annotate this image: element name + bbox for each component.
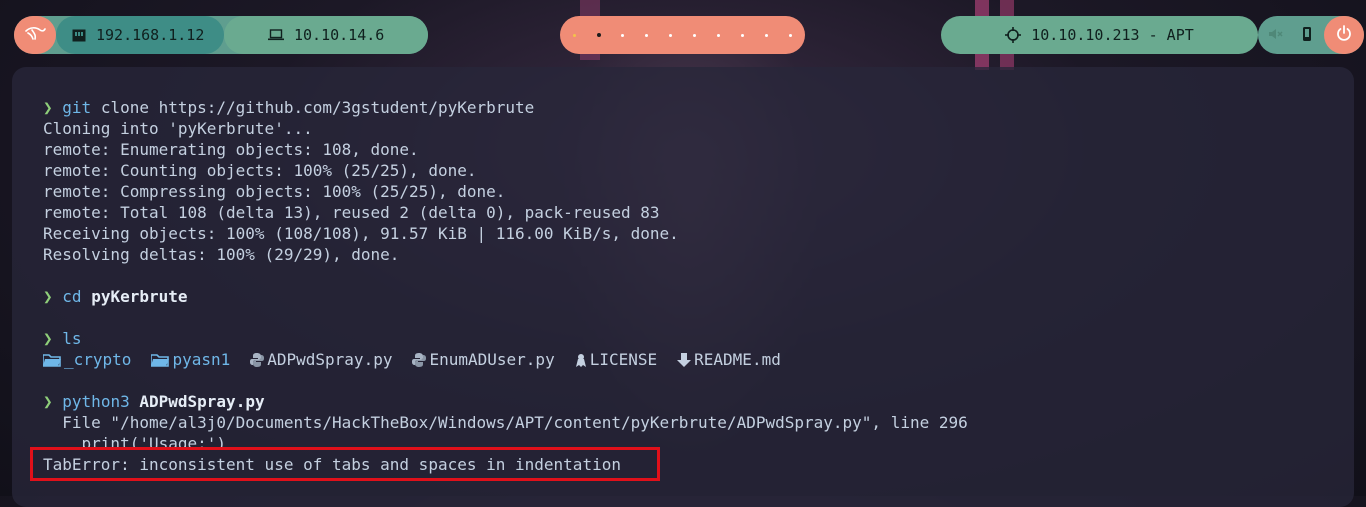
workspace-switcher xyxy=(560,16,805,54)
error-highlight-box xyxy=(30,447,660,481)
entry-name: EnumADUser.py xyxy=(429,350,555,369)
laptop-icon xyxy=(268,29,284,41)
directory-entry: _crypto xyxy=(43,349,131,370)
download-icon xyxy=(677,352,694,367)
python-icon xyxy=(412,352,429,367)
workspace-7-indicator[interactable] xyxy=(707,33,731,37)
entry-name: _crypto xyxy=(64,350,132,369)
prompt-symbol: ❯ xyxy=(43,98,53,117)
workspace-10-indicator[interactable] xyxy=(779,33,803,37)
workspace-5-indicator[interactable] xyxy=(659,33,683,37)
vpn-ip-indicator[interactable]: 10.10.14.6 xyxy=(224,16,428,54)
traceback-code-line: print('Usage:') xyxy=(43,434,227,447)
command-line-python: ❯ python3 ADPwdSpray.py xyxy=(43,391,968,412)
volume-muted-icon[interactable] xyxy=(1268,26,1284,46)
workspace-9-indicator[interactable] xyxy=(755,33,779,37)
entry-name: README.md xyxy=(694,350,781,369)
status-bar: 192.168.1.12 10.10.14.6 10.10.10.213 - A… xyxy=(0,0,1366,70)
prompt-symbol: ❯ xyxy=(43,392,53,411)
file-entry: LICENSE xyxy=(575,349,657,370)
local-ip-indicator[interactable]: 192.168.1.12 xyxy=(56,16,224,54)
entry-name: ADPwdSpray.py xyxy=(267,350,393,369)
command-name: cd xyxy=(62,287,82,306)
file-entry: EnumADUser.py xyxy=(412,349,555,370)
command-line-git: ❯ git clone https://github.com/3gstudent… xyxy=(43,97,968,118)
directory-entry: pyasn1 xyxy=(151,349,230,370)
workspace-4-indicator[interactable] xyxy=(635,33,659,37)
folder-icon xyxy=(43,353,64,367)
workspace-2-indicator[interactable] xyxy=(587,33,611,37)
ethernet-icon xyxy=(72,29,86,42)
prompt-symbol: ❯ xyxy=(43,329,53,348)
command-arg: pyKerbrute xyxy=(91,287,188,306)
command-args: clone https://github.com/3gstudent/pyKer… xyxy=(91,98,535,117)
command-line-cd: ❯ cd pyKerbrute xyxy=(43,286,968,307)
target-text: 10.10.10.213 - APT xyxy=(1031,26,1194,44)
command-line-ls: ❯ ls xyxy=(43,328,968,349)
command-name: git xyxy=(62,98,92,117)
command-name: python3 xyxy=(62,392,130,411)
folder-icon xyxy=(151,353,172,367)
output-line: Resolving deltas: 100% (29/29), done. xyxy=(43,245,400,264)
kali-menu-button[interactable] xyxy=(14,16,56,54)
local-ip-text: 192.168.1.12 xyxy=(96,26,205,44)
power-icon xyxy=(1336,25,1352,45)
output-line: remote: Total 108 (delta 13), reused 2 (… xyxy=(43,203,660,222)
terminal-output: ❯ git clone https://github.com/3gstudent… xyxy=(43,97,968,475)
target-indicator[interactable]: 10.10.10.213 - APT xyxy=(941,16,1258,54)
terminal-window[interactable]: ❯ git clone https://github.com/3gstudent… xyxy=(12,67,1354,507)
crosshair-icon xyxy=(1005,27,1022,43)
output-line: remote: Counting objects: 100% (25/25), … xyxy=(43,161,477,180)
entry-name: LICENSE xyxy=(589,350,658,369)
file-entry: README.md xyxy=(677,349,781,370)
output-line: remote: Compressing objects: 100% (25/25… xyxy=(43,182,506,201)
ls-output: _crypto pyasn1 ADPwdSpray.py EnumADUser.py L… xyxy=(43,349,968,370)
traceback-file-line: File "/home/al3j0/Documents/HackTheBox/W… xyxy=(43,413,968,432)
vpn-ip-text: 10.10.14.6 xyxy=(294,26,385,44)
kali-dragon-icon xyxy=(24,25,46,45)
phone-icon[interactable] xyxy=(1302,26,1312,46)
power-button[interactable] xyxy=(1324,16,1364,54)
command-name: ls xyxy=(62,329,82,348)
network-group: 192.168.1.12 10.10.14.6 xyxy=(14,16,428,54)
workspace-3-indicator[interactable] xyxy=(611,33,635,37)
entry-name: pyasn1 xyxy=(172,350,231,369)
workspace-6-indicator[interactable] xyxy=(683,33,707,37)
python-icon xyxy=(250,352,267,367)
workspace-8-indicator[interactable] xyxy=(731,33,755,37)
workspace-1-indicator[interactable] xyxy=(563,33,587,37)
system-tray xyxy=(1258,16,1364,54)
license-icon xyxy=(575,353,590,367)
output-line: Cloning into 'pyKerbrute'... xyxy=(43,119,313,138)
output-line: remote: Enumerating objects: 108, done. xyxy=(43,140,419,159)
command-arg: ADPwdSpray.py xyxy=(139,392,265,411)
output-line: Receiving objects: 100% (108/108), 91.57… xyxy=(43,224,679,243)
git-output: Cloning into 'pyKerbrute'... remote: Enum… xyxy=(43,118,968,265)
file-entry: ADPwdSpray.py xyxy=(250,349,392,370)
prompt-symbol: ❯ xyxy=(43,287,53,306)
